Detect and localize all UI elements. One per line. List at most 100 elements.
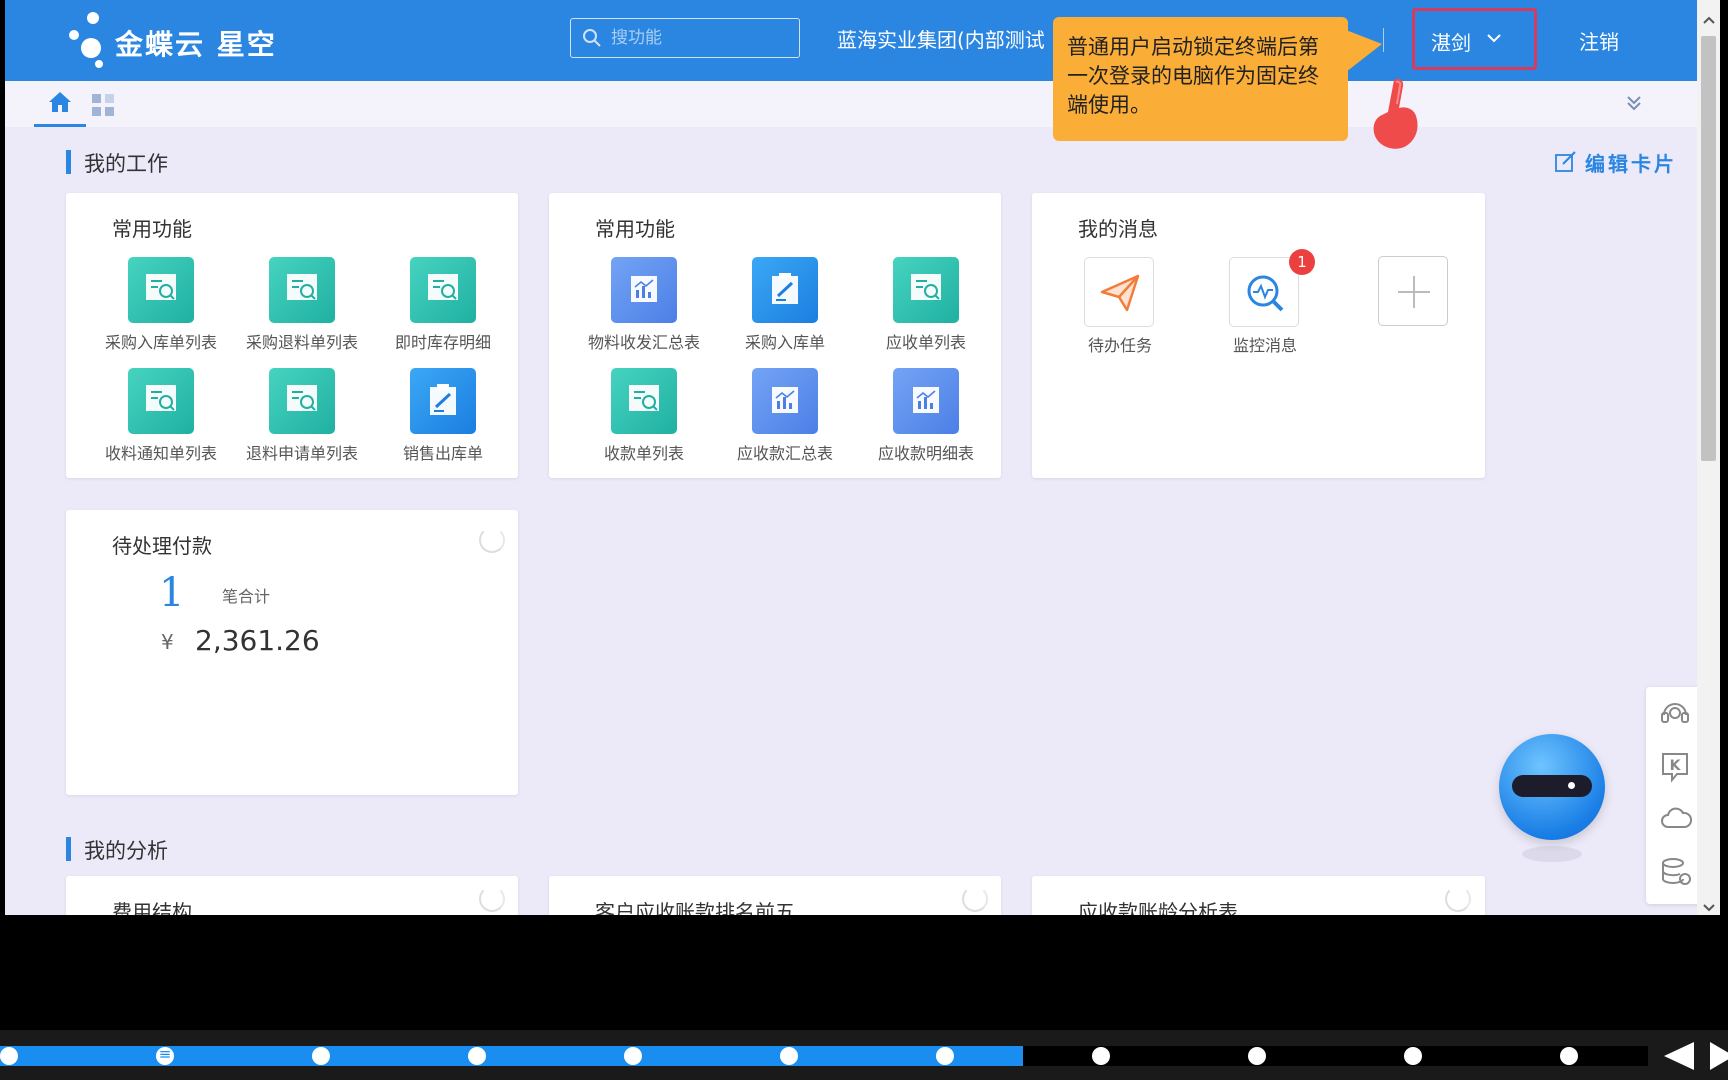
- chart-report-icon: [752, 368, 818, 434]
- edit-icon: [1555, 151, 1576, 172]
- function-tile[interactable]: 收款单列表: [574, 368, 714, 468]
- search-icon: [583, 29, 601, 47]
- my-messages-card: 我的消息 待办任务 1 监控消息: [1032, 193, 1485, 478]
- section-my-analysis: 我的分析: [66, 835, 168, 865]
- paper-plane-icon: [1084, 257, 1154, 327]
- function-tile[interactable]: 应收单列表: [856, 257, 996, 357]
- previous-button[interactable]: [1664, 1042, 1694, 1070]
- function-label: 采购入库单: [744, 333, 825, 352]
- scroll-thumb[interactable]: [1701, 36, 1716, 461]
- player-control-bar: [0, 1030, 1728, 1080]
- scroll-down-arrow-icon[interactable]: [1703, 904, 1715, 912]
- analysis-card[interactable]: 客户应收账款排名前五: [549, 876, 1001, 915]
- refresh-icon[interactable]: [479, 886, 505, 912]
- form-edit-icon: [752, 257, 818, 323]
- function-label: 收款单列表: [603, 444, 684, 463]
- top-header: 金蝶云 星空 蓝海实业集团(内部测试 湛剑 注销: [5, 0, 1702, 81]
- card-title: 常用功能: [595, 217, 675, 241]
- assistant-robot-button[interactable]: [1499, 734, 1605, 840]
- function-tile[interactable]: 销售出库单: [373, 368, 513, 468]
- progress-marker[interactable]: [1248, 1047, 1266, 1065]
- svg-text:K: K: [1670, 758, 1682, 774]
- payment-amount: 2,361.26: [195, 624, 320, 657]
- progress-marker[interactable]: [936, 1047, 954, 1065]
- tooltip-pointer: [1346, 30, 1382, 72]
- analysis-card[interactable]: 应收款账龄分析表: [1032, 876, 1485, 915]
- company-selector[interactable]: 蓝海实业集团(内部测试: [837, 24, 1077, 53]
- function-tile[interactable]: 采购入库单: [715, 257, 855, 357]
- function-label: 即时库存明细: [394, 333, 491, 352]
- card-title: 我的消息: [1078, 217, 1158, 241]
- headset-icon[interactable]: [1660, 697, 1690, 729]
- progress-marker[interactable]: [468, 1047, 486, 1065]
- function-tile[interactable]: 收料通知单列表: [91, 368, 231, 468]
- chapter-menu-marker[interactable]: [156, 1045, 174, 1065]
- message-tile[interactable]: 待办任务: [1060, 257, 1180, 357]
- function-tile[interactable]: 应收款汇总表: [715, 368, 855, 468]
- user-name: 湛剑: [1431, 31, 1471, 55]
- card-title: 客户应收账款排名前五: [595, 900, 795, 915]
- card-title: 费用结构: [112, 900, 192, 915]
- card-title: 应收款账龄分析表: [1078, 900, 1238, 915]
- user-menu-button[interactable]: 湛剑: [1412, 8, 1537, 70]
- function-tile[interactable]: 应收款明细表: [856, 368, 996, 468]
- function-tile[interactable]: 采购退料单列表: [232, 257, 372, 357]
- progress-fill: [0, 1046, 1023, 1066]
- edit-card-label: 编辑卡片: [1585, 152, 1677, 176]
- apps-grid-icon[interactable]: [91, 93, 115, 117]
- common-functions-card-2: 常用功能 物料收发汇总表 采购入库单 应收单列表 收款单列表 应收款汇总表 应收…: [549, 193, 1001, 478]
- analysis-card[interactable]: 费用结构: [66, 876, 518, 915]
- progress-marker[interactable]: [312, 1047, 330, 1065]
- cloud-icon[interactable]: [1660, 805, 1692, 833]
- refresh-icon[interactable]: [962, 886, 988, 912]
- progress-marker[interactable]: [1560, 1047, 1578, 1065]
- progress-marker[interactable]: [1404, 1047, 1422, 1065]
- list-search-icon: [611, 368, 677, 434]
- refresh-icon[interactable]: [479, 527, 505, 553]
- message-label: 监控消息: [1232, 336, 1297, 355]
- plus-icon: [1398, 276, 1430, 308]
- function-label: 销售出库单: [402, 444, 483, 463]
- list-search-icon: [269, 368, 335, 434]
- list-search-icon: [128, 257, 194, 323]
- payment-count: 1: [159, 570, 185, 616]
- function-label: 应收单列表: [885, 333, 966, 352]
- brand-name: 金蝶云 星空: [115, 28, 277, 61]
- function-tile[interactable]: 退料申请单列表: [232, 368, 372, 468]
- refresh-icon[interactable]: [1445, 886, 1471, 912]
- robot-visor: [1512, 775, 1592, 797]
- message-tile[interactable]: 1 监控消息: [1205, 249, 1325, 357]
- list-search-icon: [893, 257, 959, 323]
- guide-tooltip: 普通用户启动锁定终端后第一次登录的电脑作为固定终端使用。: [1053, 17, 1348, 141]
- currency-symbol: ¥: [161, 630, 174, 654]
- k-chat-icon[interactable]: K: [1660, 751, 1690, 783]
- double-chevron-down-icon[interactable]: [1626, 94, 1642, 112]
- progress-marker[interactable]: [780, 1047, 798, 1065]
- header-divider: [1383, 28, 1384, 52]
- next-button[interactable]: [1710, 1042, 1728, 1070]
- brand-logo[interactable]: 金蝶云 星空: [69, 12, 309, 72]
- vertical-scrollbar[interactable]: [1697, 0, 1720, 915]
- search-input[interactable]: [611, 23, 791, 53]
- tab-bar: [5, 81, 1702, 127]
- progress-marker[interactable]: [0, 1047, 18, 1065]
- list-search-icon: [128, 368, 194, 434]
- function-tile[interactable]: 即时库存明细: [373, 257, 513, 357]
- logout-link[interactable]: 注销: [1579, 26, 1619, 55]
- function-tile[interactable]: 物料收发汇总表: [574, 257, 714, 357]
- function-search[interactable]: [570, 18, 800, 58]
- database-icon[interactable]: [1660, 857, 1692, 889]
- chart-report-icon: [893, 368, 959, 434]
- app-window: 金蝶云 星空 蓝海实业集团(内部测试 湛剑 注销 我的工作 编辑卡片 常用功能: [5, 0, 1702, 915]
- function-label: 应收款汇总表: [736, 444, 833, 463]
- progress-marker[interactable]: [1092, 1047, 1110, 1065]
- payment-count-label: 笔合计: [222, 587, 271, 606]
- function-label: 收料通知单列表: [104, 444, 217, 463]
- tab-home[interactable]: [34, 81, 86, 127]
- progress-marker[interactable]: [624, 1047, 642, 1065]
- add-message-button[interactable]: [1378, 256, 1448, 326]
- card-title: 待处理付款: [112, 534, 212, 558]
- scroll-up-arrow-icon[interactable]: [1703, 16, 1715, 24]
- home-icon: [49, 92, 71, 112]
- function-tile[interactable]: 采购入库单列表: [91, 257, 231, 357]
